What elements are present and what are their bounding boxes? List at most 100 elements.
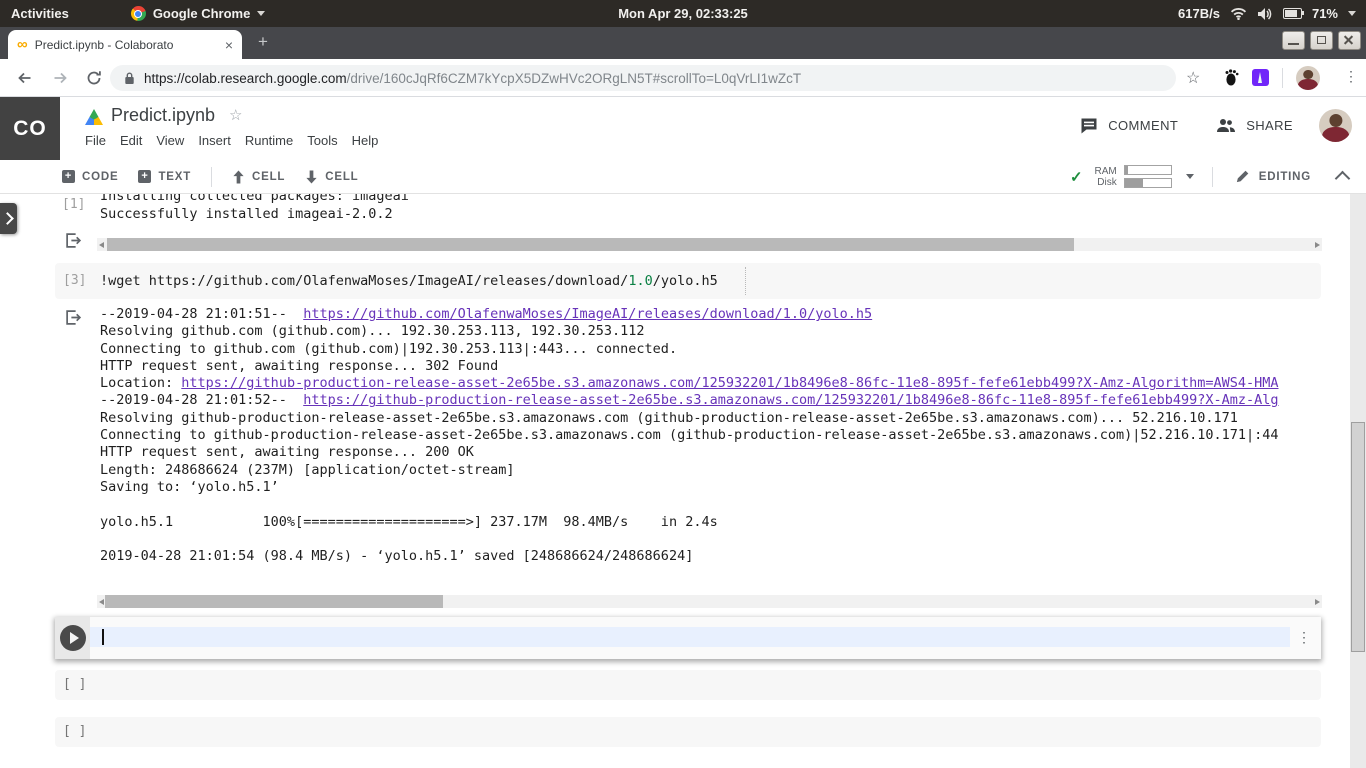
cell-menu-icon[interactable]: ⋮: [1297, 629, 1311, 646]
code-text: /yolo.h5: [653, 273, 718, 289]
menu-item[interactable]: File: [85, 133, 106, 148]
back-icon[interactable]: [16, 70, 33, 86]
output-text: Length: 248686624 (237M) [application/oc…: [100, 462, 515, 478]
output-icon[interactable]: [65, 309, 82, 326]
chrome-icon: [131, 6, 146, 21]
active-editor-line[interactable]: [90, 627, 1290, 647]
console-line: yolo.h5.1 100%[====================>] 23…: [100, 514, 1326, 531]
maximize-icon[interactable]: [1310, 31, 1333, 50]
browser-menu-icon[interactable]: ⋮: [1344, 68, 1358, 85]
chevron-down-icon[interactable]: [1186, 174, 1194, 179]
header-actions: COMMENT SHARE: [1080, 109, 1352, 142]
horizontal-scrollbar[interactable]: [97, 595, 1322, 608]
output-icon[interactable]: [65, 232, 82, 249]
menu-item[interactable]: Insert: [198, 133, 231, 148]
activities-button[interactable]: Activities: [11, 6, 69, 21]
volume-icon: [1257, 7, 1273, 21]
output-text: Resolving github-production-release-asse…: [100, 410, 1238, 426]
console-line: Length: 248686624 (237M) [application/oc…: [100, 462, 1326, 479]
scrollbar-thumb[interactable]: [107, 238, 1074, 251]
code-number: 1.0: [628, 273, 652, 289]
system-indicators[interactable]: 617B/s 71%: [1178, 0, 1356, 27]
code-text: !wget https://github.com/OlafenwaMoses/I…: [100, 273, 628, 289]
editing-label[interactable]: EDITING: [1259, 171, 1311, 183]
arrow-down-icon: [305, 170, 318, 184]
code-editor[interactable]: ⋮: [90, 617, 1321, 659]
output-text: 2019-04-28 21:01:54 (98.4 MB/s) - ‘yolo.…: [100, 548, 693, 564]
battery-icon: [1283, 8, 1302, 19]
url-path: /drive/160cJqRf6CZM7kYcpX5DZwHVc2ORgLN5T…: [347, 71, 802, 86]
colab-logo[interactable]: CO: [0, 97, 60, 160]
people-icon: [1216, 118, 1236, 133]
scroll-right-icon[interactable]: [1315, 599, 1320, 605]
menu-item[interactable]: Help: [352, 133, 379, 148]
console-line: --2019-04-28 21:01:51-- https://github.c…: [100, 306, 1326, 323]
output-text: Connecting to github-production-release-…: [100, 427, 1279, 443]
output-text: --2019-04-28 21:01:52--: [100, 392, 303, 408]
code-cell[interactable]: [3] !wget https://github.com/OlafenwaMos…: [55, 263, 1321, 299]
pencil-icon[interactable]: [1235, 169, 1250, 184]
empty-code-cell[interactable]: [ ]: [55, 717, 1321, 747]
comment-button[interactable]: COMMENT: [1080, 117, 1178, 134]
console-line: HTTP request sent, awaiting response... …: [100, 444, 1326, 461]
scrollbar-thumb[interactable]: [1351, 422, 1365, 652]
add-text-button[interactable]: + TEXT: [138, 170, 191, 183]
disk-gauge: [1124, 178, 1172, 188]
browser-profile-avatar[interactable]: [1296, 66, 1320, 90]
star-notebook-icon[interactable]: ☆: [229, 106, 242, 124]
system-top-bar: Activities Google Chrome Mon Apr 29, 02:…: [0, 0, 1366, 27]
output-text: --2019-04-28 21:01:51--: [100, 306, 303, 322]
share-label: SHARE: [1246, 118, 1293, 133]
reload-icon[interactable]: [86, 70, 102, 86]
app-menu-button[interactable]: Google Chrome: [131, 6, 266, 21]
browser-tab[interactable]: ∞ Predict.ipynb - Colaborato ×: [8, 30, 242, 59]
console-line: Connecting to github.com (github.com)|19…: [100, 341, 1326, 358]
console-line: [100, 496, 1326, 513]
notebook-title[interactable]: Predict.ipynb: [111, 105, 215, 126]
active-code-cell[interactable]: ⋮: [55, 617, 1321, 659]
tab-close-icon[interactable]: ×: [225, 37, 233, 53]
cell-up-button[interactable]: CELL: [232, 170, 285, 184]
menu-item[interactable]: View: [156, 133, 184, 148]
collapse-toolbar-icon[interactable]: [1335, 171, 1351, 187]
chevron-down-icon: [1348, 11, 1356, 16]
cell-down-button[interactable]: CELL: [305, 170, 358, 184]
text-cursor: [102, 629, 104, 645]
output-text: Connecting to github.com (github.com)|19…: [100, 341, 677, 357]
share-button[interactable]: SHARE: [1216, 118, 1293, 133]
minimize-icon[interactable]: [1282, 31, 1305, 50]
horizontal-scrollbar[interactable]: [97, 238, 1322, 251]
output-line: Installing collected packages: imageai: [100, 194, 409, 206]
forward-icon[interactable]: [52, 70, 69, 86]
scroll-left-icon[interactable]: [99, 242, 104, 248]
window-controls: [1282, 31, 1361, 50]
console-line: [100, 531, 1326, 548]
output-link[interactable]: https://github.com/OlafenwaMoses/ImageAI…: [303, 306, 872, 322]
bookmark-star-icon[interactable]: ☆: [1186, 68, 1200, 88]
output-link[interactable]: https://github-production-release-asset-…: [303, 392, 1278, 408]
add-code-button[interactable]: + CODE: [62, 170, 118, 183]
code-line[interactable]: !wget https://github.com/OlafenwaMoses/I…: [100, 273, 718, 289]
column-ruler: [745, 267, 746, 295]
console-line: Resolving github.com (github.com)... 192…: [100, 323, 1326, 340]
gnome-extension-icon[interactable]: [1224, 69, 1240, 86]
menu-item[interactable]: Tools: [307, 133, 337, 148]
lighthouse-extension-icon[interactable]: [1252, 69, 1269, 86]
resource-gauges[interactable]: [1124, 165, 1172, 188]
open-sidebar-button[interactable]: [0, 203, 17, 234]
clock[interactable]: Mon Apr 29, 02:33:25: [618, 6, 748, 21]
vertical-scrollbar[interactable]: [1350, 194, 1366, 768]
run-cell-button[interactable]: [60, 625, 86, 651]
menu-item[interactable]: Runtime: [245, 133, 293, 148]
toolbar-divider: [1282, 68, 1283, 88]
output-link[interactable]: https://github-production-release-asset-…: [181, 375, 1278, 391]
address-bar[interactable]: https://colab.research.google.com/drive/…: [110, 65, 1176, 91]
close-icon[interactable]: [1338, 31, 1361, 50]
scrollbar-thumb[interactable]: [105, 595, 443, 608]
menu-item[interactable]: Edit: [120, 133, 142, 148]
scroll-right-icon[interactable]: [1315, 242, 1320, 248]
new-tab-button[interactable]: +: [258, 32, 268, 52]
account-avatar[interactable]: [1319, 109, 1352, 142]
scroll-left-icon[interactable]: [99, 599, 104, 605]
empty-code-cell[interactable]: [ ]: [55, 670, 1321, 700]
